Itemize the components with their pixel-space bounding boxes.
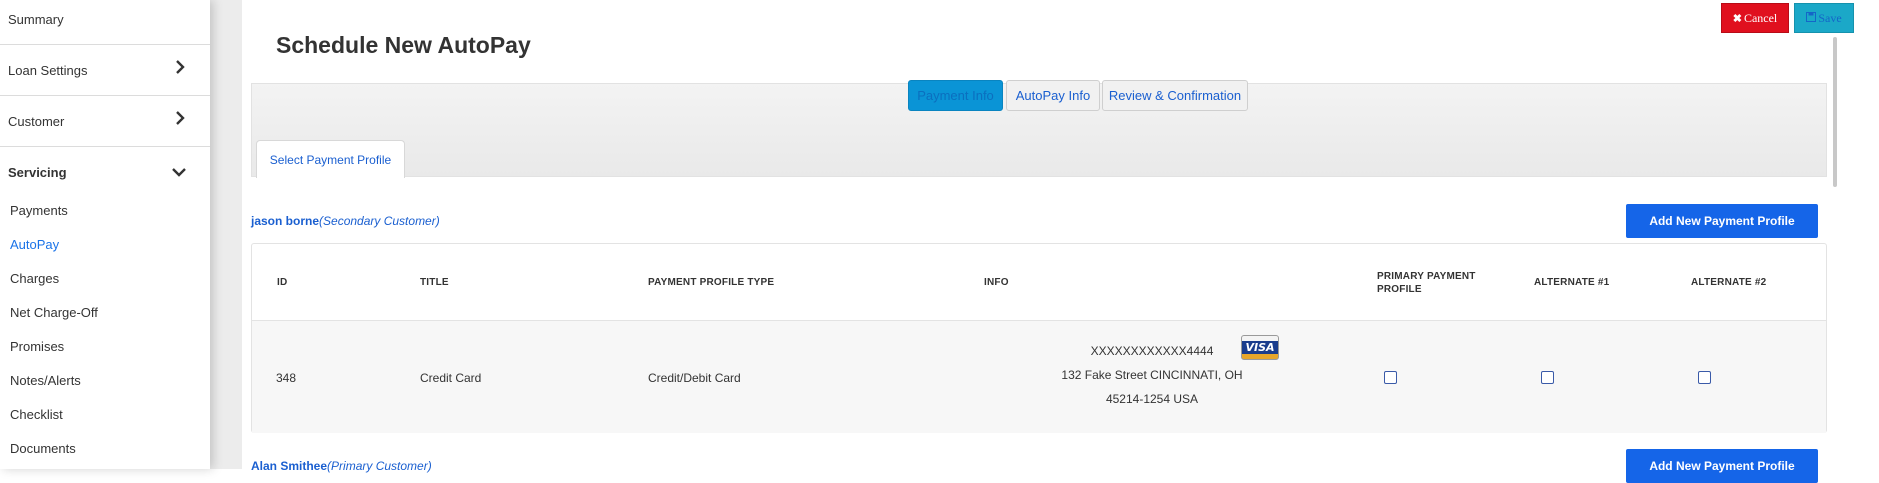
column-header-info: INFO xyxy=(984,277,1009,288)
alternate-1-checkbox[interactable] xyxy=(1541,371,1554,384)
cell-type: Credit/Debit Card xyxy=(648,371,741,385)
sidebar: Summary Loan Settings Customer Servicing… xyxy=(0,0,210,469)
sidebar-item-summary[interactable]: Summary xyxy=(8,12,64,27)
column-header-type: PAYMENT PROFILE TYPE xyxy=(648,277,775,288)
tab-select-payment-profile[interactable]: Select Payment Profile xyxy=(256,140,405,178)
alternate-2-checkbox[interactable] xyxy=(1698,371,1711,384)
floppy-disk-icon xyxy=(1806,11,1817,26)
sidebar-divider xyxy=(0,146,210,147)
primary-profile-checkbox[interactable] xyxy=(1384,371,1397,384)
table-row[interactable]: 348 Credit Card Credit/Debit Card XXXXXX… xyxy=(252,321,1826,433)
sidebar-divider xyxy=(0,44,210,45)
cancel-button-label: Cancel xyxy=(1743,10,1778,25)
save-button-label: Save xyxy=(1818,10,1842,25)
customer-name[interactable]: jason borne xyxy=(251,214,319,228)
sidebar-item-net-charge-off[interactable]: Net Charge-Off xyxy=(10,305,98,320)
add-payment-profile-button[interactable]: Add New Payment Profile xyxy=(1626,204,1818,238)
sidebar-item-payments[interactable]: Payments xyxy=(10,203,68,218)
customer-role: (Secondary Customer) xyxy=(319,214,440,228)
cell-info: XXXXXXXXXXXX4444 132 Fake Street CINCINN… xyxy=(1032,339,1272,411)
chevron-right-icon[interactable] xyxy=(175,111,185,128)
column-header-alternate-1: ALTERNATE #1 xyxy=(1534,277,1610,288)
cell-title: Credit Card xyxy=(420,371,482,385)
customer-heading: Alan Smithee(Primary Customer) xyxy=(251,459,432,473)
close-icon: ✖ xyxy=(1732,12,1742,25)
cancel-button[interactable]: ✖ Cancel xyxy=(1721,3,1789,33)
sidebar-item-autopay[interactable]: AutoPay xyxy=(10,237,59,252)
save-button[interactable]: Save xyxy=(1794,3,1854,33)
page-title: Schedule New AutoPay xyxy=(276,32,531,58)
visa-card-icon: VISA xyxy=(1241,335,1279,360)
column-header-id: ID xyxy=(277,277,288,288)
sidebar-item-loan-settings[interactable]: Loan Settings xyxy=(8,63,88,78)
add-payment-profile-button[interactable]: Add New Payment Profile xyxy=(1626,449,1818,483)
wizard-step-payment-info[interactable]: Payment Info xyxy=(908,80,1003,111)
sidebar-item-notes-alerts[interactable]: Notes/Alerts xyxy=(10,373,81,388)
column-header-title: TITLE xyxy=(420,277,449,288)
column-header-alternate-2: ALTERNATE #2 xyxy=(1691,277,1767,288)
chevron-down-icon[interactable] xyxy=(172,164,186,180)
cell-id: 348 xyxy=(276,371,297,385)
wizard-step-review-confirmation[interactable]: Review & Confirmation xyxy=(1102,80,1248,111)
card-address-line-1: 132 Fake Street CINCINNATI, OH xyxy=(1061,368,1243,382)
sidebar-item-servicing[interactable]: Servicing xyxy=(8,165,67,180)
card-number: XXXXXXXXXXXX4444 xyxy=(1090,344,1214,358)
card-brand: VISA xyxy=(1245,341,1275,354)
sidebar-divider xyxy=(0,95,210,96)
customer-role: (Primary Customer) xyxy=(327,459,432,473)
table-header: ID TITLE PAYMENT PROFILE TYPE INFO PRIMA… xyxy=(252,244,1826,321)
scrollbar[interactable] xyxy=(1833,37,1837,187)
wizard-step-autopay-info[interactable]: AutoPay Info xyxy=(1006,80,1100,111)
sidebar-item-customer[interactable]: Customer xyxy=(8,114,64,129)
card-address-line-2: 45214-1254 USA xyxy=(1105,392,1199,406)
column-header-primary: PRIMARY PAYMENT PROFILE xyxy=(1377,271,1476,295)
sidebar-item-documents[interactable]: Documents xyxy=(10,441,76,456)
sidebar-item-promises[interactable]: Promises xyxy=(10,339,64,354)
payment-profile-table: ID TITLE PAYMENT PROFILE TYPE INFO PRIMA… xyxy=(251,243,1827,433)
sidebar-item-checklist[interactable]: Checklist xyxy=(10,407,63,422)
customer-heading: jason borne(Secondary Customer) xyxy=(251,214,440,228)
chevron-right-icon[interactable] xyxy=(175,60,185,77)
sidebar-item-charges[interactable]: Charges xyxy=(10,271,59,286)
sidebar-gutter xyxy=(210,0,242,469)
customer-name[interactable]: Alan Smithee xyxy=(251,459,327,473)
